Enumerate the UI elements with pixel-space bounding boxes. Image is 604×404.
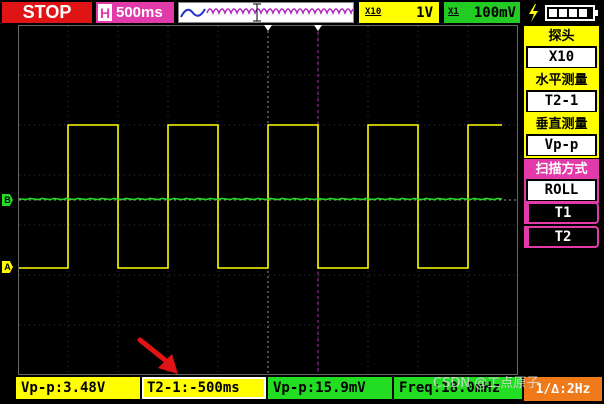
overview-ch2-trace bbox=[206, 8, 358, 16]
timebase-value: 500ms bbox=[116, 4, 163, 21]
menu-vertical-measure-value: Vp-p bbox=[528, 136, 595, 155]
lightning-trigger-icon bbox=[526, 3, 540, 23]
menu-cursor-t1-button[interactable]: T1 bbox=[524, 202, 599, 224]
menu-probe[interactable]: 探头 X10 bbox=[524, 26, 599, 70]
ch2-level-marker[interactable]: B bbox=[2, 194, 13, 206]
ch1-scale-indicator[interactable]: X10 1V bbox=[359, 2, 439, 23]
menu-cursor-t2-button[interactable]: T2 bbox=[524, 226, 599, 248]
menu-horizontal-measure-label: 水平测量 bbox=[526, 72, 597, 90]
battery-cell bbox=[559, 9, 567, 17]
menu-scan-mode-value: ROLL bbox=[528, 181, 595, 200]
waveform-overview bbox=[178, 2, 358, 23]
ch2-probe-tag: X1 bbox=[448, 7, 459, 17]
menu-horizontal-measure[interactable]: 水平测量 T2-1 bbox=[524, 70, 599, 114]
battery-cell bbox=[579, 9, 587, 17]
ch2-vpp-readout: Vp-p:15.9mV bbox=[268, 377, 392, 399]
battery-cell bbox=[569, 9, 577, 17]
trigger-position-marker[interactable] bbox=[264, 25, 272, 31]
ch2-volts-div: 100mV bbox=[473, 4, 516, 21]
overview-waveform bbox=[180, 3, 358, 22]
menu-scan-mode[interactable]: 扫描方式 ROLL bbox=[524, 159, 599, 203]
oscilloscope-screen: STOP H 500ms X10 1V X1 100mV B A 探头 X10 … bbox=[0, 0, 604, 404]
waveform-grid bbox=[18, 25, 518, 375]
ch2-scale-indicator[interactable]: X1 100mV bbox=[444, 2, 520, 23]
ch1-level-marker[interactable]: A bbox=[2, 261, 13, 273]
timebase-prefix: H bbox=[98, 4, 112, 21]
timebase-indicator[interactable]: H 500ms bbox=[96, 2, 174, 23]
watermark-text: CSDN @工点原子 bbox=[433, 376, 540, 391]
menu-vertical-measure[interactable]: 垂直测量 Vp-p bbox=[524, 114, 599, 158]
ch1-trace bbox=[19, 124, 502, 269]
cursor-t-marker[interactable] bbox=[314, 25, 322, 31]
menu-probe-value: X10 bbox=[528, 48, 595, 67]
cursor-delta-readout: T2-1:-500ms bbox=[142, 377, 266, 399]
menu-scan-mode-label: 扫描方式 bbox=[526, 161, 597, 179]
ch1-vpp-readout: Vp-p:3.48V bbox=[16, 377, 140, 399]
red-arrow-annotation bbox=[137, 337, 178, 374]
menu-probe-label: 探头 bbox=[526, 28, 597, 46]
run-stop-indicator[interactable]: STOP bbox=[2, 2, 92, 23]
ch2-trace bbox=[19, 197, 503, 201]
ch1-volts-div: 1V bbox=[416, 4, 433, 21]
battery-cell bbox=[549, 9, 557, 17]
overview-ch1-trace bbox=[180, 8, 206, 18]
menu-vertical-measure-label: 垂直测量 bbox=[526, 116, 597, 134]
menu-horizontal-measure-value: T2-1 bbox=[528, 92, 595, 111]
ch1-probe-tag: X10 bbox=[365, 7, 382, 17]
battery-full-icon bbox=[545, 5, 598, 21]
